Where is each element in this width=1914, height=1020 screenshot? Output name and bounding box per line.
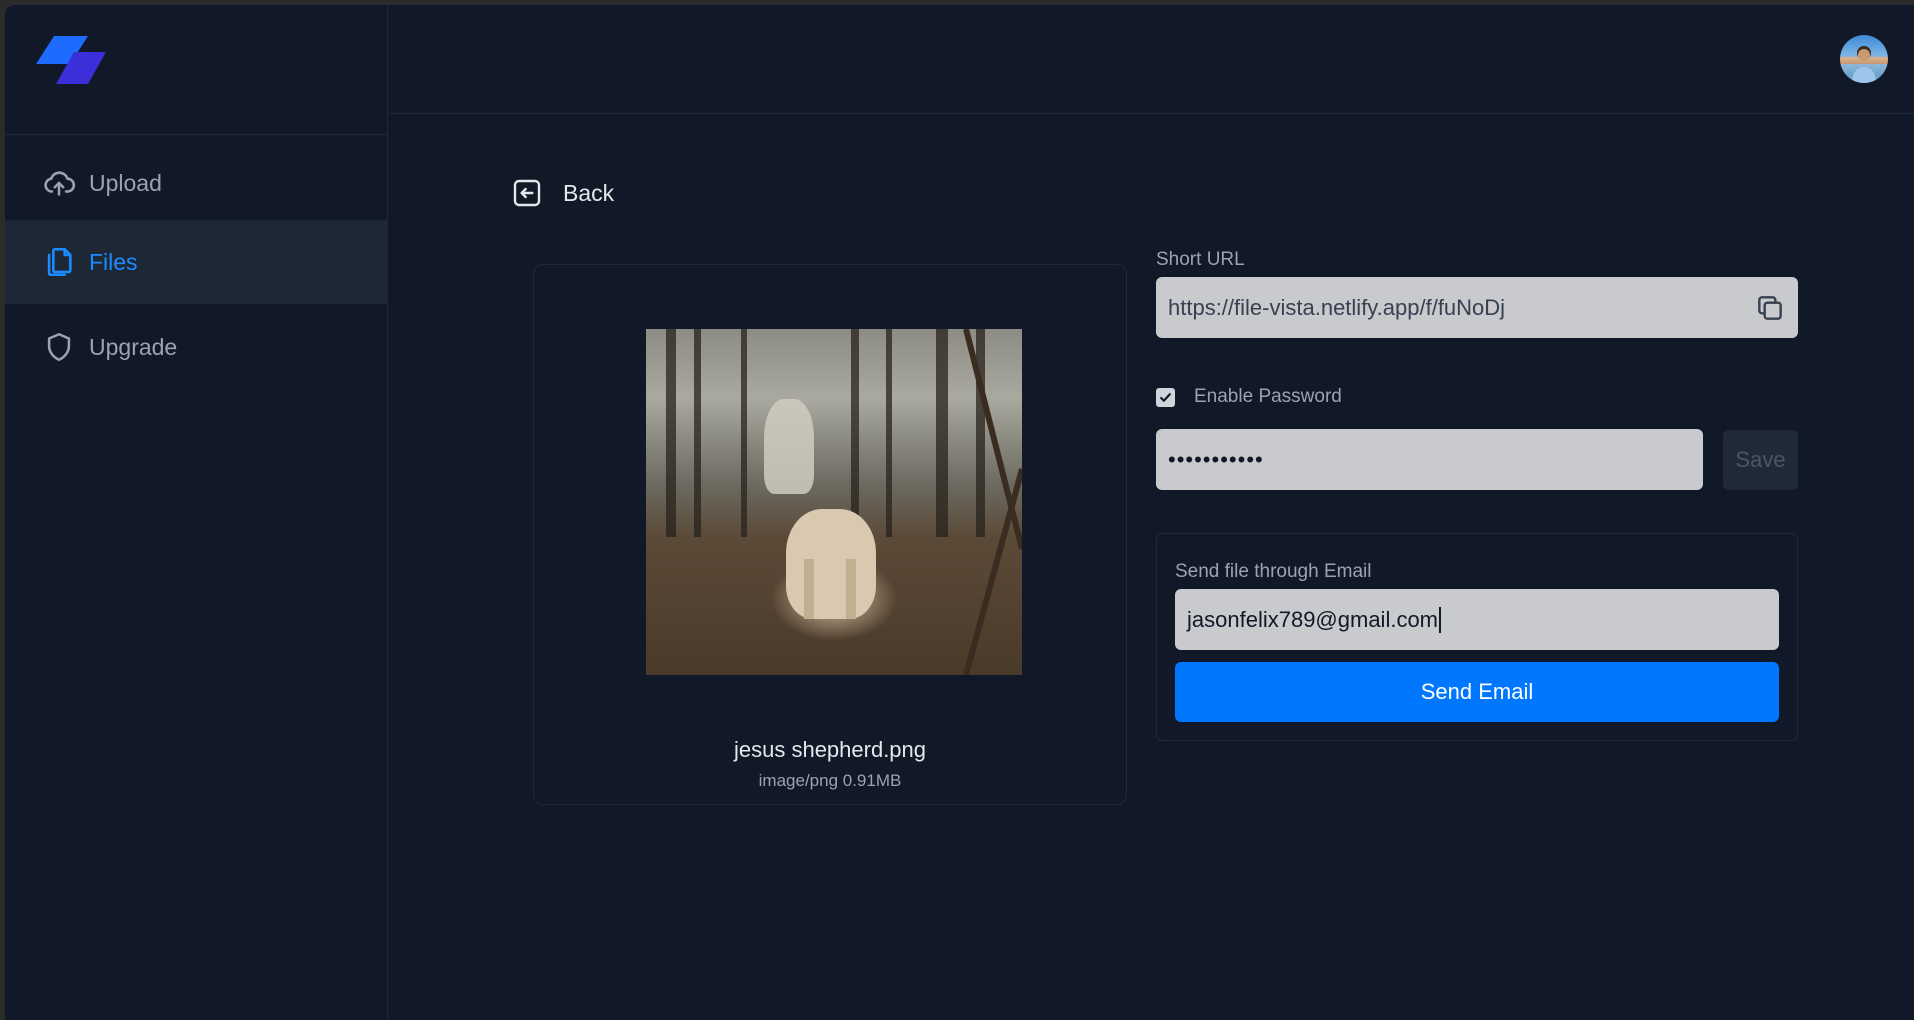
text-caret bbox=[1439, 606, 1442, 633]
save-password-button[interactable]: Save bbox=[1723, 430, 1798, 490]
send-email-button[interactable]: Send Email bbox=[1175, 662, 1779, 722]
upload-cloud-icon bbox=[42, 166, 76, 200]
file-preview-card: jesus shepherd.png image/png 0.91MB bbox=[533, 264, 1127, 805]
sidebar-item-upgrade[interactable]: Upgrade bbox=[5, 305, 388, 389]
short-url-field[interactable]: https://file-vista.netlify.app/f/fuNoDj bbox=[1156, 277, 1798, 338]
user-avatar[interactable] bbox=[1840, 35, 1888, 83]
password-value: ••••••••••• bbox=[1168, 446, 1264, 472]
file-name: jesus shepherd.png bbox=[733, 737, 927, 762]
password-field[interactable]: ••••••••••• bbox=[1156, 429, 1703, 490]
sidebar-item-files[interactable]: Files bbox=[5, 220, 388, 304]
sidebar-item-label: Upgrade bbox=[89, 333, 178, 360]
file-meta: image/png 0.91MB bbox=[758, 771, 902, 790]
files-icon bbox=[42, 245, 76, 279]
enable-password-label: Enable Password bbox=[1194, 386, 1342, 407]
short-url-value: https://file-vista.netlify.app/f/fuNoDj bbox=[1168, 294, 1506, 320]
app-window: Upload Files Upgrade Back jesus shepherd… bbox=[5, 5, 1914, 1020]
sidebar: Upload Files Upgrade bbox=[5, 5, 388, 1020]
logo-area bbox=[5, 5, 387, 135]
top-header bbox=[389, 5, 1914, 114]
file-preview-image bbox=[646, 329, 1022, 675]
copy-icon[interactable] bbox=[1754, 292, 1786, 324]
enable-password-checkbox[interactable] bbox=[1156, 387, 1175, 407]
brand-logo-icon[interactable] bbox=[36, 36, 108, 88]
back-arrow-icon bbox=[511, 177, 543, 209]
sidebar-item-upload[interactable]: Upload bbox=[5, 141, 388, 225]
enable-password-row: Enable Password bbox=[1156, 386, 1342, 408]
short-url-label: Short URL bbox=[1156, 249, 1245, 270]
email-value: jasonfelix789@gmail.com bbox=[1187, 606, 1439, 632]
back-button[interactable]: Back bbox=[511, 177, 614, 209]
back-label: Back bbox=[563, 179, 615, 206]
email-panel: Send file through Email jasonfelix789@gm… bbox=[1156, 533, 1798, 741]
email-field[interactable]: jasonfelix789@gmail.com bbox=[1175, 589, 1779, 650]
sidebar-item-label: Upload bbox=[89, 169, 162, 196]
sidebar-item-label: Files bbox=[89, 248, 138, 275]
email-label: Send file through Email bbox=[1175, 561, 1372, 582]
shield-icon bbox=[42, 330, 76, 364]
